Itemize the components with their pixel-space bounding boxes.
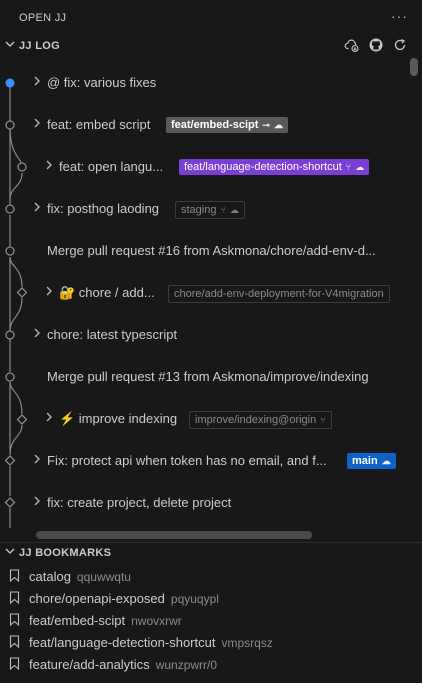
chevron-right-icon[interactable] (32, 202, 42, 212)
bookmark-badge[interactable]: staging ⑂ ☁ (175, 201, 245, 219)
bookmark-change-id: pqyuqypl (170, 592, 219, 606)
panel-header: OPEN JJ ··· (0, 0, 422, 36)
commit-description: 🔐 chore / add... (59, 285, 155, 300)
chevron-down-icon[interactable] (5, 39, 15, 49)
commit-description: fix: posthog laoding (47, 201, 160, 216)
bookmark-icon (9, 591, 20, 604)
log-row[interactable]: feat: embed script feat/embed-scipt ⊸ ☁ (0, 104, 406, 146)
cloud-fetch-icon[interactable] (344, 37, 360, 53)
vertical-scrollbar-thumb[interactable] (410, 58, 418, 76)
badge-label: staging (181, 204, 217, 216)
bookmark-item[interactable]: chore/openapi-exposed pqyuqypl (0, 587, 422, 609)
log-actions (344, 37, 408, 53)
jj-log-list[interactable]: @ fix: various fixes feat: embed script … (0, 62, 406, 528)
chevron-down-icon[interactable] (5, 546, 15, 556)
chevron-right-icon[interactable] (44, 160, 54, 170)
bookmark-item[interactable]: feat/embed-scipt nwovxrwr (0, 609, 422, 631)
badge-label: improve/indexing@origin (195, 414, 317, 426)
bookmark-badge[interactable]: main ☁ (347, 453, 396, 469)
horizontal-scrollbar-thumb[interactable] (36, 531, 312, 539)
log-row[interactable]: chore: latest typescript (0, 314, 406, 356)
commit-description: @ fix: various fixes (47, 75, 157, 90)
chevron-right-icon[interactable] (32, 496, 42, 506)
bookmark-change-id: qquwwqtu (76, 570, 131, 584)
badge-label: chore/add-env-deployment-for-V4migration (174, 288, 384, 300)
chevron-right-icon[interactable] (44, 286, 54, 296)
commit-description: chore: latest typescript (47, 327, 178, 342)
bookmark-name: feat/language-detection-shortcut (29, 635, 216, 650)
commit-description: Fix: protect api when token has no email… (47, 453, 327, 468)
log-row[interactable]: Merge pull request #16 from Askmona/chor… (0, 230, 406, 272)
chevron-right-icon[interactable] (32, 118, 42, 128)
badge-label: feat/embed-scipt (171, 119, 259, 131)
bookmark-name: chore/openapi-exposed (29, 591, 165, 606)
chevron-right-icon[interactable] (32, 76, 42, 86)
chevron-right-icon[interactable] (32, 454, 42, 464)
cloud-icon: ☁ (381, 456, 391, 466)
log-row[interactable]: ⚡ improve indexing improve/indexing@orig… (0, 398, 406, 440)
vertical-scrollbar-track[interactable] (406, 54, 422, 530)
log-row[interactable]: @ fix: various fixes (0, 62, 406, 104)
log-row[interactable]: 🔐 chore / add... chore/add-env-deploymen… (0, 272, 406, 314)
panel-title: OPEN JJ (19, 12, 67, 24)
log-row[interactable]: fix: create project, delete project (0, 482, 406, 524)
log-row[interactable]: fix: posthog laoding staging ⑂ ☁ (0, 188, 406, 230)
fork-icon: ⑂ (220, 205, 226, 215)
chevron-right-icon[interactable] (32, 328, 42, 338)
bookmark-item[interactable]: catalog qquwwqtu (0, 565, 422, 587)
cloud-icon: ☁ (229, 205, 239, 215)
more-actions-icon[interactable]: ··· (391, 8, 408, 24)
bookmark-icon (9, 657, 20, 670)
bookmark-badge[interactable]: improve/indexing@origin ⑂ (189, 411, 332, 429)
refresh-icon[interactable] (392, 37, 408, 53)
commit-description: fix: create project, delete project (47, 495, 232, 510)
log-row[interactable]: Merge pull request #13 from Askmona/impr… (0, 356, 406, 398)
log-row[interactable]: Fix: protect api when token has no email… (0, 440, 406, 482)
jj-log-title: JJ LOG (19, 40, 60, 52)
badge-label: main (352, 455, 378, 467)
commit-description: Merge pull request #13 from Askmona/impr… (47, 369, 369, 384)
bookmark-badge[interactable]: chore/add-env-deployment-for-V4migration (168, 285, 390, 303)
badge-label: feat/language-detection-shortcut (184, 161, 342, 173)
bookmark-icon (9, 613, 20, 626)
commit-description: ⚡ improve indexing (59, 411, 178, 426)
bookmark-badge[interactable]: feat/embed-scipt ⊸ ☁ (166, 117, 288, 133)
bookmark-icon (9, 569, 20, 582)
fork-icon: ⑂ (320, 415, 326, 425)
bookmark-change-id: nwovxrwr (131, 614, 182, 628)
bookmark-change-id: wunzpwrr/0 (155, 658, 218, 672)
jj-bookmarks-section-header[interactable]: JJ BOOKMARKS (0, 543, 422, 565)
commit-icon: ⊸ (262, 120, 270, 130)
commit-description: feat: open langu... (59, 159, 164, 174)
chevron-right-icon[interactable] (44, 412, 54, 422)
fork-icon: ⑂ (345, 162, 352, 172)
log-row[interactable]: feat: open langu... feat/language-detect… (0, 146, 406, 188)
bookmark-name: catalog (29, 569, 71, 584)
jj-log-section-header[interactable]: JJ LOG (0, 36, 422, 58)
cloud-icon: ☁ (273, 120, 283, 130)
bookmark-icon (9, 635, 20, 648)
bookmark-name: feature/add-analytics (29, 657, 150, 672)
commit-description: Merge pull request #16 from Askmona/chor… (47, 243, 376, 258)
bookmark-item[interactable]: feat/language-detection-shortcut vmpsrqsz (0, 631, 422, 653)
bookmark-change-id: vmpsrqsz (221, 636, 273, 650)
bookmark-item[interactable]: feature/add-analytics wunzpwrr/0 (0, 653, 422, 675)
cloud-icon: ☁ (355, 162, 365, 172)
bookmark-name: feat/embed-scipt (29, 613, 126, 628)
jj-bookmarks-title: JJ BOOKMARKS (19, 547, 112, 559)
commit-description: feat: embed script (47, 117, 151, 132)
github-icon[interactable] (368, 37, 384, 53)
bookmark-badge[interactable]: feat/language-detection-shortcut ⑂ ☁ (179, 159, 370, 175)
